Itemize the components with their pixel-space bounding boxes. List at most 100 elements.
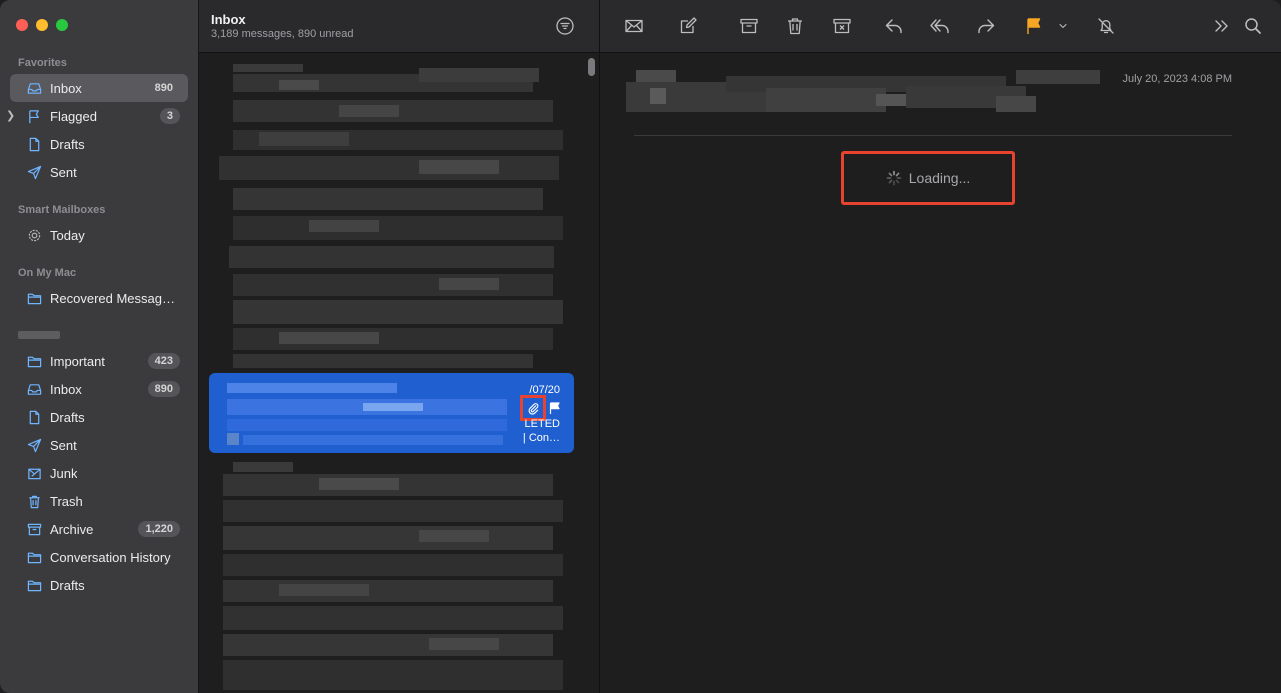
bell-slash-icon: [1098, 18, 1114, 34]
sidebar-item-archive[interactable]: Archive 1,220: [10, 515, 188, 543]
gear-icon: [26, 227, 42, 243]
inbox-icon: [26, 80, 42, 96]
search-button[interactable]: [1240, 13, 1266, 39]
trash-icon: [26, 493, 42, 509]
junk-button[interactable]: [829, 13, 855, 39]
sidebar-item-account-sent[interactable]: Sent: [10, 431, 188, 459]
sidebar-item-label: Flagged: [50, 108, 97, 124]
sidebar-item-account-drafts[interactable]: Drafts: [10, 403, 188, 431]
flag-button[interactable]: [1021, 13, 1047, 39]
sidebar-item-flagged[interactable]: ❯ Flagged 3: [6, 102, 188, 130]
sidebar-item-recovered-messages[interactable]: Recovered Messag…: [10, 284, 188, 312]
sidebar-item-label: Conversation History: [50, 549, 171, 565]
paperclip-icon: [528, 402, 538, 415]
chevron-down-icon: [1059, 24, 1067, 28]
count-badge: 3: [159, 108, 180, 124]
folder-icon: [26, 353, 42, 369]
archive-icon: [26, 521, 42, 537]
sidebar-item-inbox[interactable]: Inbox 890: [10, 74, 188, 102]
inbox-icon: [26, 381, 42, 397]
document-icon: [26, 136, 42, 152]
paperplane-icon: [26, 164, 42, 180]
sidebar-item-drafts[interactable]: Drafts: [10, 130, 188, 158]
smart-mailboxes-section-title: Smart Mailboxes: [18, 204, 106, 216]
filter-button[interactable]: [555, 16, 575, 36]
sidebar-item-trash[interactable]: Trash: [10, 487, 188, 515]
folder-icon: [26, 549, 42, 565]
count-badge: 1,220: [138, 521, 180, 537]
mail-window: Favorites Inbox 890 ❯ Flagged 3 Drafts S…: [0, 0, 1281, 693]
pixelated-content: [219, 64, 563, 368]
on-my-mac-section-title: On My Mac: [18, 267, 77, 279]
sidebar-item-conversation-history[interactable]: Conversation History: [10, 543, 188, 571]
compose-button[interactable]: [675, 13, 701, 39]
count-badge: 890: [147, 381, 180, 397]
sidebar-item-label: Inbox: [50, 80, 82, 96]
sidebar-item-label: Drafts: [50, 577, 85, 593]
chevron-double-right-icon: [1215, 20, 1228, 32]
forward-icon: [978, 19, 995, 34]
trash-icon: [788, 18, 802, 35]
message-list: Inbox 3,189 messages, 890 unread /07/20 …: [199, 0, 600, 693]
sidebar-item-label: Sent: [50, 164, 77, 180]
sidebar: Favorites Inbox 890 ❯ Flagged 3 Drafts S…: [0, 0, 199, 693]
archive-button[interactable]: [736, 13, 762, 39]
sidebar-item-account-drafts-folder[interactable]: Drafts: [10, 571, 188, 599]
header-divider: [634, 135, 1232, 136]
reply-all-button[interactable]: [927, 13, 953, 39]
forward-button[interactable]: [973, 13, 999, 39]
sidebar-item-important[interactable]: Important 423: [10, 347, 188, 375]
unread-count-badge: 890: [154, 82, 173, 94]
count-badge: 423: [147, 353, 180, 369]
message-list-scrollbar[interactable]: [588, 58, 595, 76]
sidebar-item-label: Drafts: [50, 409, 85, 425]
sidebar-item-label: Inbox: [50, 381, 82, 397]
envelope-icon: [625, 19, 643, 33]
junk-icon: [833, 18, 851, 34]
close-window-button[interactable]: [16, 19, 28, 31]
redacted-message-header: [626, 66, 1106, 118]
sidebar-item-label: Drafts: [50, 136, 85, 152]
account-name-redacted: [18, 331, 60, 339]
flag-icon: [26, 108, 42, 124]
sidebar-item-junk[interactable]: Junk: [10, 459, 188, 487]
flag-icon: [1027, 18, 1041, 34]
flag-menu-button[interactable]: [1051, 13, 1075, 39]
get-mail-button[interactable]: [621, 13, 647, 39]
chevron-right-icon[interactable]: ❯: [6, 109, 15, 122]
redacted-sender-subject: [223, 381, 513, 447]
sidebar-item-label: Trash: [50, 493, 83, 509]
pixelated-content: [227, 383, 507, 445]
zoom-window-button[interactable]: [56, 19, 68, 31]
message-list-header: Inbox 3,189 messages, 890 unread: [199, 0, 599, 53]
archive-icon: [740, 18, 758, 34]
reading-pane: July 20, 2023 4:08 PM Loading...: [600, 0, 1281, 693]
filter-icon: [556, 17, 574, 35]
reply-button[interactable]: [881, 13, 907, 39]
sidebar-item-label: Junk: [50, 465, 78, 481]
sidebar-item-sent[interactable]: Sent: [10, 158, 188, 186]
redacted-messages-top: [219, 60, 569, 370]
paperplane-icon: [26, 437, 42, 453]
minimize-window-button[interactable]: [36, 19, 48, 31]
delete-button[interactable]: [782, 13, 808, 39]
window-controls: [16, 19, 68, 31]
document-icon: [26, 409, 42, 425]
favorites-section-title: Favorites: [18, 57, 67, 69]
loading-text: Loading...: [908, 170, 971, 186]
pixelated-content: [626, 70, 1100, 112]
sidebar-item-account-inbox[interactable]: Inbox 890: [10, 375, 188, 403]
toolbar: [600, 0, 1281, 53]
message-timestamp: July 20, 2023 4:08 PM: [1122, 73, 1232, 85]
redacted-messages-bottom: [219, 460, 569, 693]
mailbox-summary: 3,189 messages, 890 unread: [211, 28, 354, 40]
mute-button[interactable]: [1093, 13, 1119, 39]
more-toolbar-button[interactable]: [1209, 13, 1235, 39]
loading-indicator-highlight: Loading...: [841, 151, 1015, 205]
sidebar-item-today[interactable]: Today: [10, 221, 188, 249]
message-row-selected[interactable]: /07/20 LETED | Con…: [209, 373, 574, 453]
spinner-icon: [886, 170, 902, 186]
reply-all-icon: [930, 19, 949, 34]
sidebar-item-label: Important: [50, 353, 105, 369]
sidebar-item-label: Sent: [50, 437, 77, 453]
